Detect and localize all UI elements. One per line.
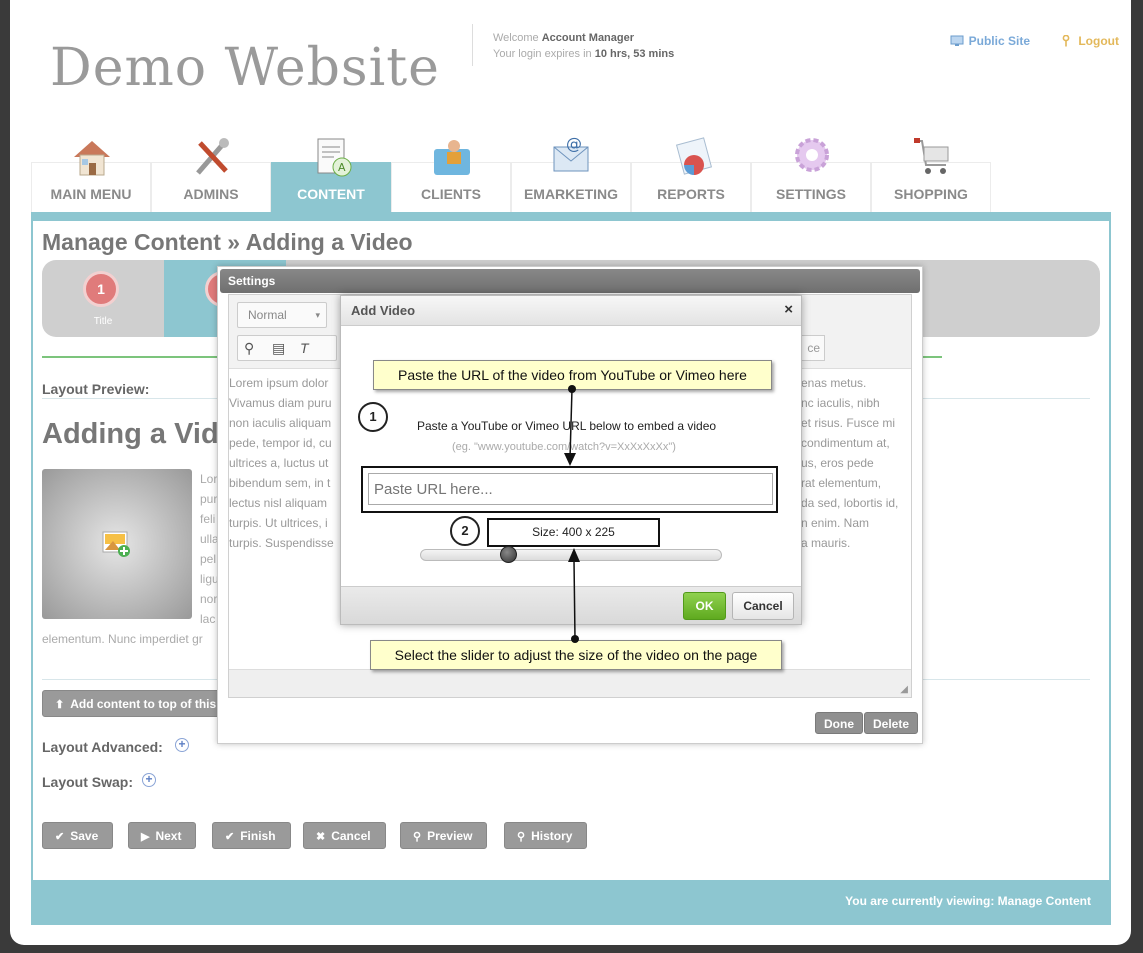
arrow-line [569, 388, 573, 459]
arrow-dot [571, 635, 579, 643]
arrow-head [568, 548, 580, 562]
arrow-line [573, 559, 576, 640]
annotation-arrows [564, 385, 580, 643]
arrow-dot [568, 385, 576, 393]
arrow-head [564, 453, 576, 466]
